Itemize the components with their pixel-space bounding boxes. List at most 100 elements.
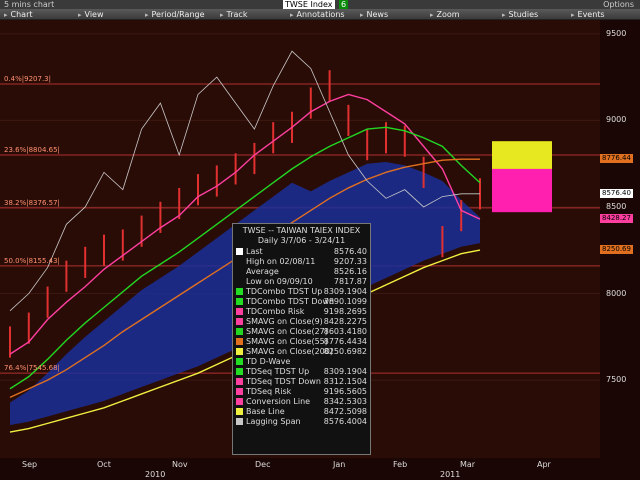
legend-value: 8309.1904: [323, 287, 367, 296]
legend-value: 8250.6982: [323, 347, 367, 356]
legend-swatch: [236, 258, 243, 265]
menu-label: News: [366, 10, 389, 19]
menu-arrow-icon: ▸: [290, 11, 294, 19]
legend-value: 8312.1504: [323, 377, 367, 386]
menu-label: Chart: [10, 10, 33, 19]
menu-arrow-icon: ▸: [502, 11, 506, 19]
legend-row: Base Line 8472.5098: [233, 407, 370, 417]
legend-row: TD D-Wave: [233, 357, 370, 367]
menu-arrow-icon: ▸: [360, 11, 364, 19]
x-tick-label: Oct: [97, 460, 111, 469]
legend-value: 8309.1904: [323, 367, 367, 376]
legend-row: SMAVG on Close(55) 8776.4434: [233, 337, 370, 347]
menu-studies[interactable]: ▸ Studies: [502, 9, 538, 20]
legend-value: 7890.1099: [323, 297, 367, 306]
projection-box-magenta: [492, 168, 552, 213]
legend-row: Lagging Span 8576.4004: [233, 417, 370, 427]
legend-subtitle: Daily 3/7/06 - 3/24/11: [257, 236, 346, 245]
menu-bar: ▸ Chart ▸ View ▸ Period/Range ▸ Track ▸ Annotatio…: [0, 9, 640, 20]
legend-row: High on 02/08/11 9207.33: [233, 257, 370, 267]
price-tag: 8576.40: [600, 188, 633, 198]
y-tick-label: 9000: [606, 115, 627, 125]
legend-label: TDCombo TDST Down: [246, 297, 335, 306]
legend-swatch: [236, 378, 243, 385]
x-tick-label: Sep: [22, 460, 38, 469]
legend-label: TDCombo TDST Up: [246, 287, 323, 296]
x-tick-label: Dec: [255, 460, 271, 469]
legend-value: 8603.4180: [323, 327, 367, 336]
legend-label: TDSeq Risk: [246, 387, 292, 396]
legend-title: TWSE -- TAIWAN TAIEX INDEX: [242, 226, 361, 235]
legend-row: TDSeq TDST Up 8309.1904: [233, 367, 370, 377]
legend-label: SMAVG on Close(9): [246, 317, 323, 326]
fib-level-label: 50.0%|8155.43|: [4, 256, 60, 265]
legend-value: 8576.40: [333, 247, 367, 256]
price-tag: 8428.27: [600, 214, 633, 224]
price-axis: [600, 20, 640, 458]
y-tick-label: 9500: [606, 28, 627, 38]
menu-view[interactable]: ▸ View: [78, 9, 104, 20]
legend-value: 8472.5098: [323, 407, 367, 416]
x-tick-label: Mar: [460, 460, 476, 469]
menu-label: Annotations: [296, 10, 345, 19]
menu-arrow-icon: ▸: [4, 11, 8, 19]
x-tick-label: Feb: [393, 460, 408, 469]
legend-swatch: [236, 318, 243, 325]
menu-arrow-icon: ▸: [571, 11, 575, 19]
legend-row: TDSeq TDST Down 8312.1504: [233, 377, 370, 387]
legend-label: TDCombo Risk: [246, 307, 305, 316]
legend-label: TD D-Wave: [246, 357, 291, 366]
menu-label: View: [84, 10, 104, 19]
price-tag: 8776.44: [600, 154, 633, 164]
legend-label: TDSeq TDST Down: [246, 377, 321, 386]
legend-label: SMAVG on Close(27): [246, 327, 328, 336]
menu-track[interactable]: ▸ Track: [220, 9, 247, 20]
legend-value: 9198.2695: [323, 307, 367, 316]
ticker-number-badge: 6: [339, 0, 349, 9]
legend-label: Lagging Span: [246, 417, 301, 426]
legend-row: TDCombo TDST Up 8309.1904: [233, 287, 370, 297]
legend-value: 8776.4434: [323, 337, 367, 346]
legend-label: TDSeq TDST Up: [246, 367, 310, 376]
menu-period-range[interactable]: ▸ Period/Range: [145, 9, 205, 20]
fib-level-label: 38.2%|8376.57|: [4, 198, 60, 207]
legend-swatch: [236, 328, 243, 335]
legend-value: 8428.2275: [323, 317, 367, 326]
y-tick-label: 8500: [606, 201, 627, 211]
legend-value: 8576.4004: [323, 417, 367, 426]
menu-events[interactable]: ▸ Events: [571, 9, 605, 20]
legend-label: Conversion Line: [246, 397, 311, 406]
menu-label: Zoom: [436, 10, 460, 19]
options-menu[interactable]: Options: [603, 0, 634, 9]
menu-annotations[interactable]: ▸ Annotations: [290, 9, 345, 20]
legend-swatch: [236, 398, 243, 405]
legend-swatch: [236, 298, 243, 305]
menu-arrow-icon: ▸: [430, 11, 434, 19]
ticker-field[interactable]: TWSE Index: [283, 0, 335, 9]
legend-row: Last 8576.40: [233, 247, 370, 257]
menu-chart[interactable]: ▸ Chart: [4, 9, 33, 20]
legend-swatch: [236, 308, 243, 315]
menu-zoom[interactable]: ▸ Zoom: [430, 9, 460, 20]
fib-level-label: 76.4%|7545.68|: [4, 364, 60, 373]
chart-legend: TWSE -- TAIWAN TAIEX INDEX Daily 3/7/06 …: [232, 223, 371, 455]
legend-label: SMAVG on Close(55): [246, 337, 328, 346]
menu-news[interactable]: ▸ News: [360, 9, 388, 20]
fib-level-label: 0.4%|9207.3|: [4, 75, 51, 84]
menu-arrow-icon: ▸: [145, 11, 149, 19]
legend-row: TDSeq Risk 9196.5605: [233, 387, 370, 397]
window-title: 5 mins chart: [4, 0, 55, 9]
legend-swatch: [236, 418, 243, 425]
legend-label: Low on 09/09/10: [246, 277, 313, 286]
legend-row: SMAVG on Close(9) 8428.2275: [233, 317, 370, 327]
legend-row: Conversion Line 8342.5303: [233, 397, 370, 407]
legend-label: SMAVG on Close(200): [246, 347, 333, 356]
legend-value: 9196.5605: [323, 387, 367, 396]
title-bar: 5 mins chart TWSE Index 6 Options: [0, 0, 640, 9]
menu-label: Events: [577, 10, 605, 19]
legend-value: 8342.5303: [323, 397, 367, 406]
legend-swatch: [236, 408, 243, 415]
fib-level-label: 23.6%|8804.65|: [4, 146, 60, 155]
menu-arrow-icon: ▸: [220, 11, 224, 19]
legend-swatch: [236, 348, 243, 355]
